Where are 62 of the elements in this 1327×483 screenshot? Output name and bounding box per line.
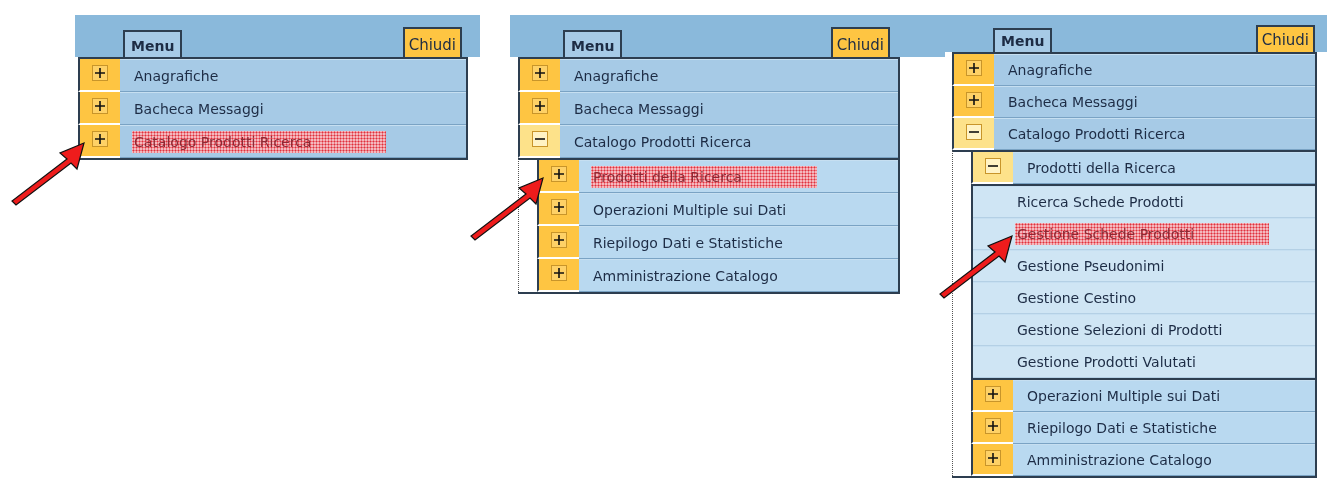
expand-button[interactable] bbox=[78, 59, 120, 92]
menu-item[interactable]: Anagrafiche bbox=[560, 59, 898, 92]
plus-icon bbox=[92, 131, 108, 147]
menu-item[interactable]: Gestione Schede Prodotti bbox=[973, 218, 1315, 250]
plus-icon bbox=[532, 98, 548, 114]
plus-icon bbox=[551, 232, 567, 248]
menu-item[interactable]: Gestione Prodotti Valutati bbox=[973, 346, 1315, 378]
menu-item[interactable]: Ricerca Schede Prodotti bbox=[973, 186, 1315, 218]
plus-icon bbox=[966, 60, 982, 76]
menu-item[interactable]: Bacheca Messaggi bbox=[560, 92, 898, 125]
menu-item[interactable]: Gestione Selezioni di Prodotti bbox=[973, 314, 1315, 346]
plus-icon bbox=[551, 166, 567, 182]
expand-button[interactable] bbox=[952, 54, 994, 86]
menu-item[interactable]: Anagrafiche bbox=[120, 59, 466, 92]
plus-icon bbox=[551, 265, 567, 281]
plus-icon bbox=[985, 386, 1001, 402]
plus-icon bbox=[966, 92, 982, 108]
plus-icon bbox=[92, 98, 108, 114]
expand-button[interactable] bbox=[971, 444, 1013, 476]
menu-tab[interactable]: Menu bbox=[563, 30, 623, 57]
expand-button[interactable] bbox=[537, 160, 579, 193]
close-button[interactable]: Chiudi bbox=[402, 27, 462, 57]
close-button[interactable]: Chiudi bbox=[1255, 25, 1315, 52]
expand-button[interactable] bbox=[971, 412, 1013, 444]
menu-item[interactable]: Amministrazione Catalogo bbox=[579, 259, 898, 292]
expand-button[interactable] bbox=[78, 92, 120, 125]
expand-button[interactable] bbox=[537, 226, 579, 259]
menu-item[interactable]: Riepilogo Dati e Statistiche bbox=[1013, 412, 1315, 444]
menu-item[interactable]: Bacheca Messaggi bbox=[994, 86, 1315, 118]
plus-icon bbox=[985, 418, 1001, 434]
menu-item[interactable]: Operazioni Multiple sui Dati bbox=[1013, 380, 1315, 412]
menu-item[interactable]: Riepilogo Dati e Statistiche bbox=[579, 226, 898, 259]
expand-button[interactable] bbox=[518, 92, 560, 125]
menu-item[interactable]: Amministrazione Catalogo bbox=[1013, 444, 1315, 476]
menu-tab[interactable]: Menu bbox=[123, 30, 183, 57]
menu-item[interactable]: Bacheca Messaggi bbox=[120, 92, 466, 125]
menu-item[interactable]: Catalogo Prodotti Ricerca bbox=[560, 125, 898, 158]
plus-icon bbox=[551, 199, 567, 215]
plus-icon bbox=[532, 65, 548, 81]
plus-icon bbox=[985, 450, 1001, 466]
menu-item[interactable]: Operazioni Multiple sui Dati bbox=[579, 193, 898, 226]
plus-icon bbox=[92, 65, 108, 81]
menu-item[interactable]: Gestione Pseudonimi bbox=[973, 250, 1315, 282]
expand-button[interactable] bbox=[537, 259, 579, 292]
menu-item[interactable]: Anagrafiche bbox=[994, 54, 1315, 86]
expand-button[interactable] bbox=[971, 380, 1013, 412]
expand-button[interactable] bbox=[537, 193, 579, 226]
menu-item[interactable]: Catalogo Prodotti Ricerca bbox=[120, 125, 466, 158]
menu-item[interactable]: Catalogo Prodotti Ricerca bbox=[994, 118, 1315, 150]
expand-button[interactable] bbox=[78, 125, 120, 158]
expand-button[interactable] bbox=[518, 125, 560, 158]
menu-tab[interactable]: Menu bbox=[993, 28, 1053, 52]
menu-item[interactable]: Prodotti della Ricerca bbox=[1013, 152, 1315, 184]
expand-button[interactable] bbox=[518, 59, 560, 92]
minus-icon bbox=[966, 124, 982, 140]
expand-button[interactable] bbox=[952, 118, 994, 150]
close-button[interactable]: Chiudi bbox=[830, 27, 890, 57]
menu-item[interactable]: Gestione Cestino bbox=[973, 282, 1315, 314]
expand-button[interactable] bbox=[971, 152, 1013, 184]
minus-icon bbox=[985, 158, 1001, 174]
minus-icon bbox=[532, 131, 548, 147]
expand-button[interactable] bbox=[952, 86, 994, 118]
